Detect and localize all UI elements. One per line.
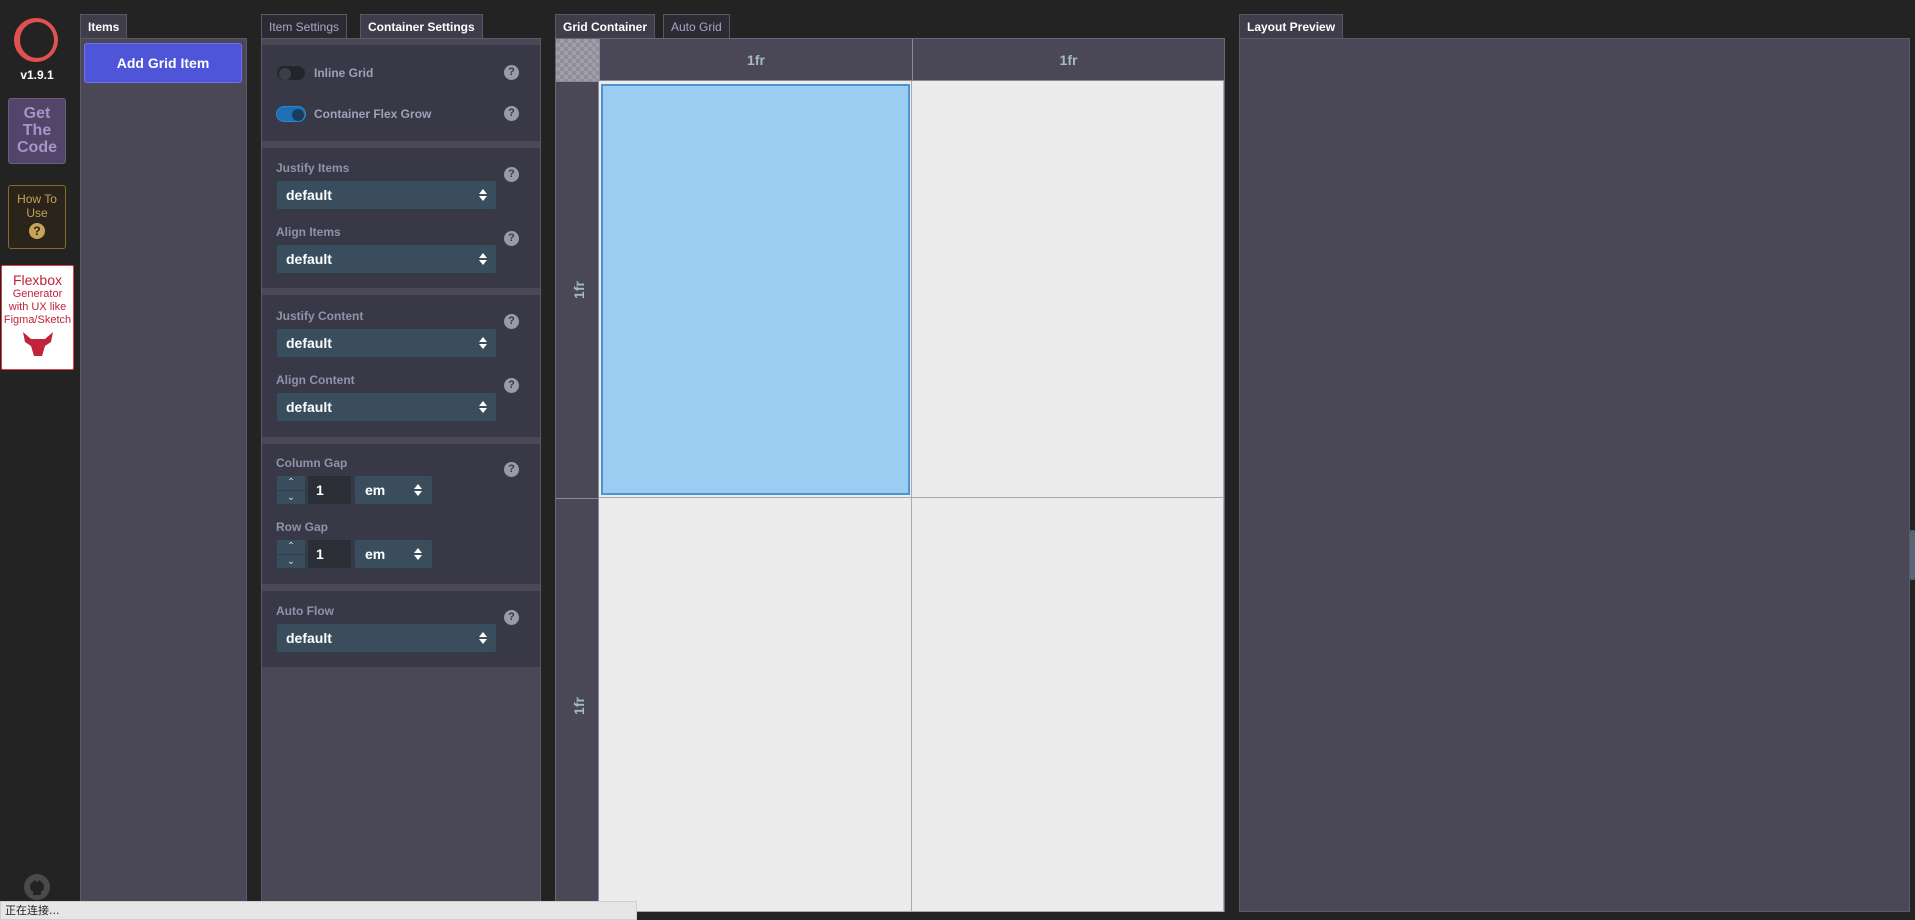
justify-content-help-icon[interactable]: ? [504, 314, 519, 329]
auto-flow-value: default [286, 630, 332, 646]
row-header-2[interactable]: 1fr [556, 498, 599, 912]
align-items-select[interactable]: default [276, 244, 497, 274]
question-icon: ? [29, 223, 45, 239]
justify-items-label: Justify Items [276, 161, 350, 175]
align-content-value: default [286, 399, 332, 415]
how-to-use-button[interactable]: How To Use ? [8, 185, 66, 249]
tab-container-settings[interactable]: Container Settings [360, 14, 483, 38]
justify-content-value: default [286, 335, 332, 351]
column-gap-unit-select[interactable]: em [354, 475, 433, 505]
row-gap-unit-select[interactable]: em [354, 539, 433, 569]
tab-item-settings[interactable]: Item Settings [261, 14, 348, 38]
tab-grid-container[interactable]: Grid Container [555, 14, 656, 38]
browser-status-bar: 正在连接... [0, 901, 637, 920]
row-header-2-label: 1fr [570, 696, 587, 715]
select-arrows-icon [479, 253, 487, 265]
justify-items-select[interactable]: default [276, 180, 497, 210]
select-arrows-icon [479, 189, 487, 201]
inline-grid-label: Inline Grid [314, 66, 374, 80]
grid-cell-1-2[interactable] [912, 81, 1224, 498]
row-header-1-label: 1fr [570, 281, 587, 299]
select-arrows-icon [414, 484, 422, 496]
flexbox-ad-title: Flexbox [12, 272, 63, 288]
align-content-label: Align Content [276, 373, 355, 387]
inline-grid-help-icon[interactable]: ? [504, 65, 519, 80]
justify-content-label: Justify Content [276, 309, 364, 323]
flexbox-generator-ad[interactable]: Flexbox Generator with UX like Figma/Ske… [1, 265, 74, 370]
how-to-use-label: How To Use [17, 192, 57, 220]
column-gap-label: Column Gap [276, 456, 348, 470]
tab-items[interactable]: Items [80, 14, 128, 38]
column-gap-unit-value: em [365, 482, 386, 498]
grid-cell-2-1[interactable] [599, 498, 912, 912]
tab-auto-grid[interactable]: Auto Grid [663, 14, 730, 38]
grid-item-selected[interactable] [601, 84, 910, 495]
justify-items-value: default [286, 187, 332, 203]
select-arrows-icon [479, 337, 487, 349]
row-header-1[interactable]: 1fr [556, 81, 599, 498]
container-flex-grow-toggle[interactable] [276, 106, 306, 122]
column-gap-input[interactable]: 1 [307, 475, 352, 505]
justify-content-select[interactable]: default [276, 328, 497, 358]
tab-layout-preview[interactable]: Layout Preview [1239, 14, 1344, 38]
app-logo-inner [20, 22, 54, 58]
items-panel [80, 38, 247, 920]
bull-logo-icon [22, 332, 53, 356]
panel-resize-handle[interactable] [1910, 530, 1915, 580]
align-items-value: default [286, 251, 332, 267]
auto-flow-label: Auto Flow [276, 604, 334, 618]
chevron-down-icon[interactable]: ⌄ [277, 554, 305, 568]
column-header-1[interactable]: 1fr [599, 39, 912, 81]
flexbox-ad-subtitle: Generator with UX like Figma/Sketch [3, 288, 72, 326]
chevron-up-icon[interactable]: ⌃ [277, 540, 305, 554]
row-gap-stepper[interactable]: ⌃ ⌄ [276, 539, 306, 569]
version-label: v1.9.1 [20, 68, 54, 82]
get-the-code-button[interactable]: Get The Code [8, 98, 66, 164]
select-arrows-icon [414, 548, 422, 560]
container-flex-grow-help-icon[interactable]: ? [504, 106, 519, 121]
column-gap-help-icon[interactable]: ? [504, 462, 519, 477]
container-flex-grow-label: Container Flex Grow [314, 107, 432, 121]
inline-grid-toggle[interactable] [276, 65, 306, 81]
auto-flow-select[interactable]: default [276, 623, 497, 653]
select-arrows-icon [479, 401, 487, 413]
align-content-select[interactable]: default [276, 392, 497, 422]
grid-corner-checker [556, 39, 599, 81]
row-gap-label: Row Gap [276, 520, 329, 534]
chevron-down-icon[interactable]: ⌄ [277, 490, 305, 504]
auto-flow-help-icon[interactable]: ? [504, 610, 519, 625]
align-items-help-icon[interactable]: ? [504, 231, 519, 246]
add-grid-item-button[interactable]: Add Grid Item [84, 43, 242, 83]
column-gap-stepper[interactable]: ⌃ ⌄ [276, 475, 306, 505]
row-gap-unit-value: em [365, 546, 386, 562]
github-icon[interactable] [24, 874, 50, 900]
chevron-up-icon[interactable]: ⌃ [277, 476, 305, 490]
column-header-2[interactable]: 1fr [912, 39, 1224, 81]
select-arrows-icon [479, 632, 487, 644]
justify-items-help-icon[interactable]: ? [504, 167, 519, 182]
align-content-help-icon[interactable]: ? [504, 378, 519, 393]
align-items-label: Align Items [276, 225, 341, 239]
row-gap-input[interactable]: 1 [307, 539, 352, 569]
grid-cell-2-2[interactable] [912, 498, 1224, 912]
toggle-group [262, 45, 540, 141]
layout-preview-panel [1239, 38, 1910, 912]
